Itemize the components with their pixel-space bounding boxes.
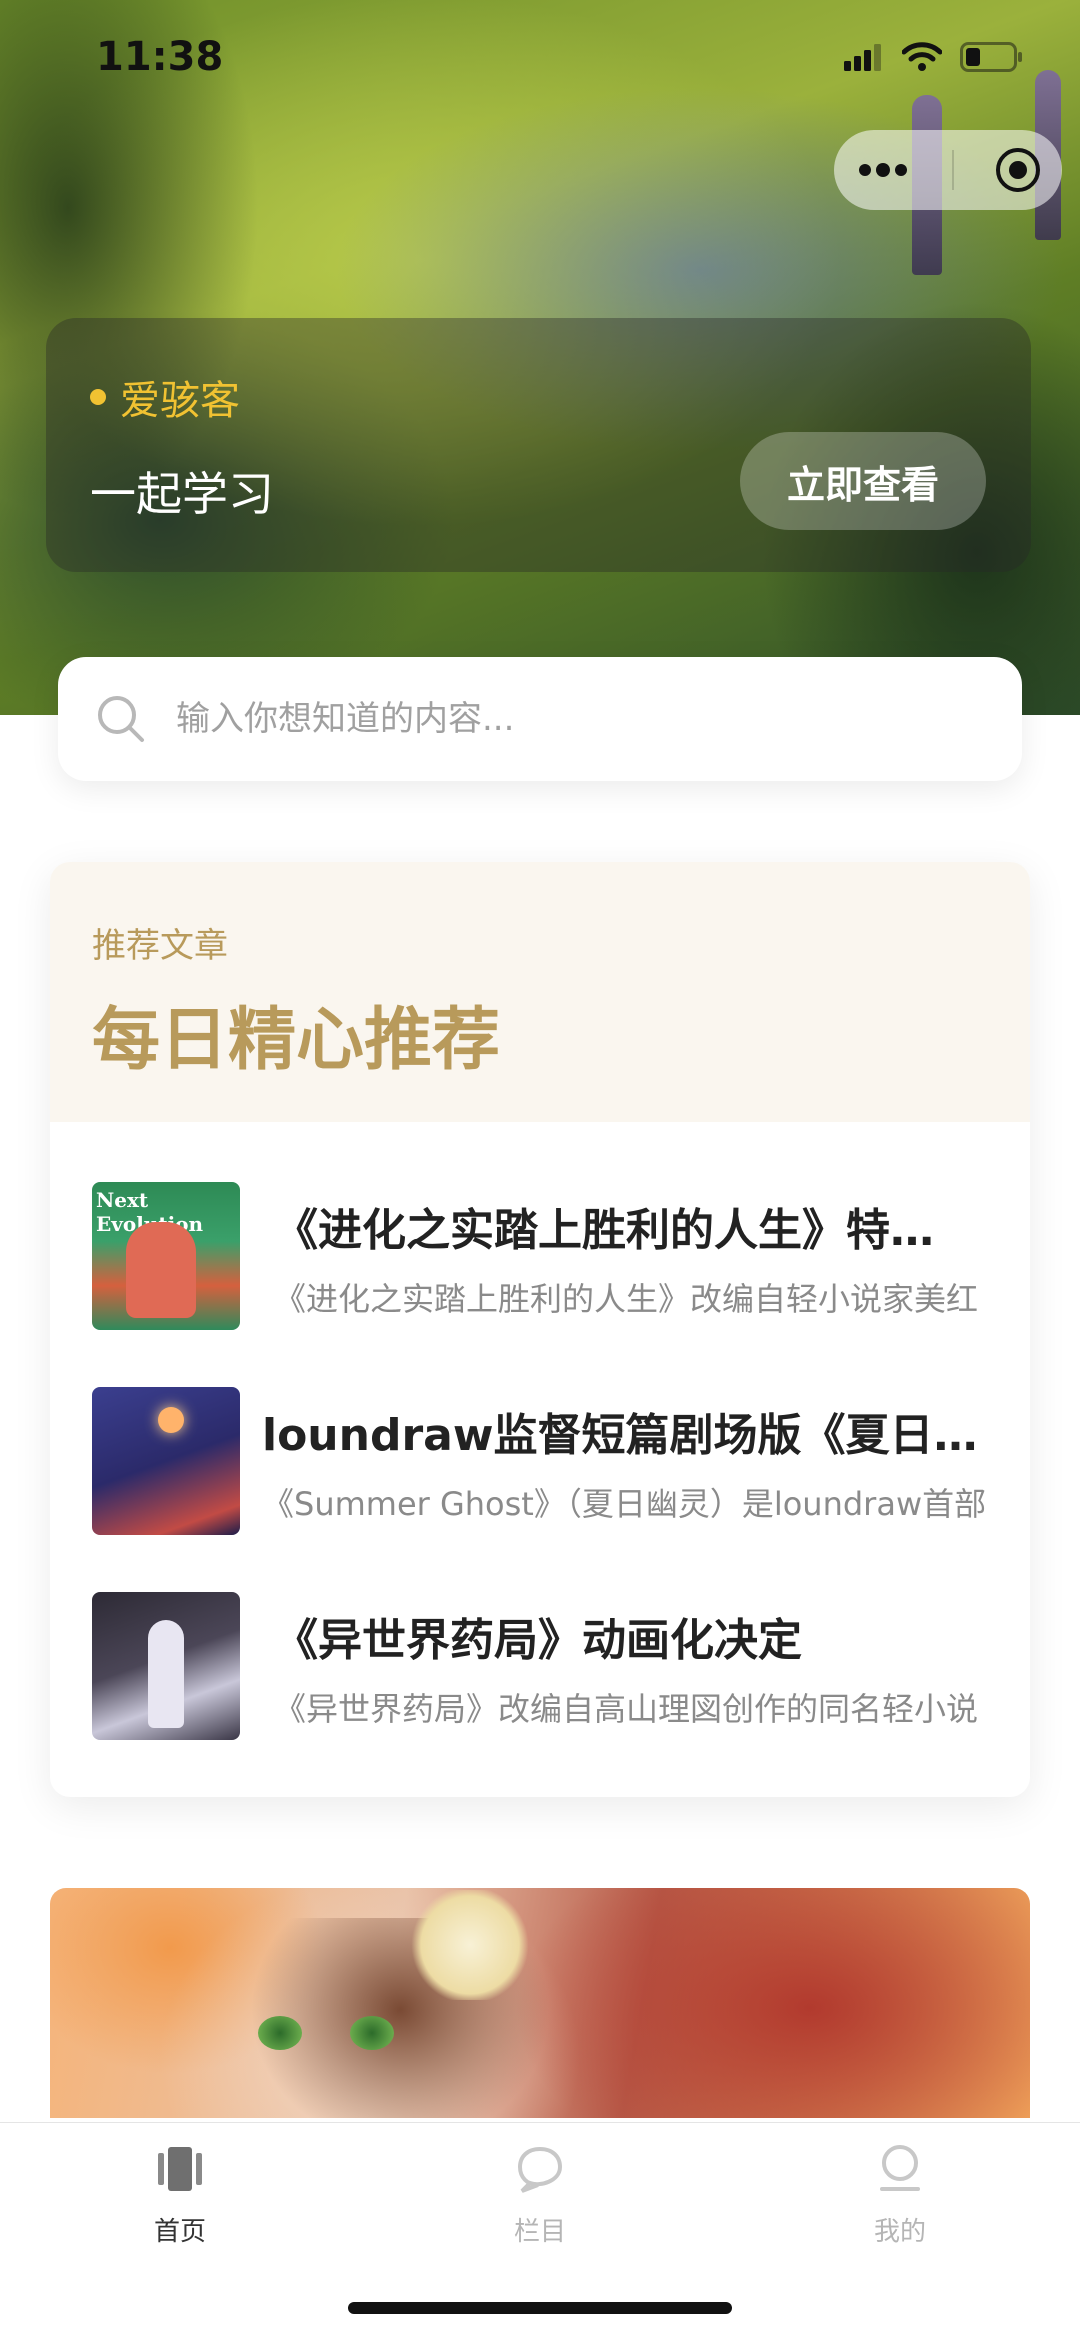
thumbnail-figure: [126, 1222, 196, 1318]
home-indicator: [348, 2302, 732, 2314]
banner-character-eye: [258, 2016, 302, 2050]
article-title[interactable]: 《进化之实踏上胜利的人生》特…: [274, 1194, 1002, 1258]
view-now-button[interactable]: 立即查看: [740, 432, 986, 530]
hero-banner[interactable]: 11:38 爱骇客 一起学习 立即查看: [0, 0, 1080, 715]
signal-icon: [844, 44, 881, 71]
tab-profile[interactable]: 我的: [810, 2141, 990, 2248]
status-icons: [844, 42, 1024, 72]
thumbnail-firework: [158, 1407, 184, 1433]
search-bar[interactable]: [58, 657, 1022, 781]
tab-label: 首页: [153, 2217, 206, 2247]
close-target-icon[interactable]: [993, 145, 1043, 195]
article-summary: 《异世界药局》改编自高山理図创作的同名轻小说: [274, 1690, 979, 1728]
brand-dot: [90, 389, 106, 405]
tab-label: 我的: [873, 2217, 926, 2247]
search-icon: [98, 696, 144, 742]
promo-panel: 爱骇客 一起学习 立即查看: [46, 318, 1031, 572]
mini-program-capsule: [834, 130, 1062, 210]
article-item[interactable]: 《异世界药局》动画化决定 《异世界药局》改编自高山理図创作的同名轻小说: [92, 1592, 1002, 1740]
tab-home[interactable]: 首页: [90, 2141, 270, 2248]
article-summary: 《Summer Ghost》（夏日幽灵）是loundraw首部: [262, 1485, 987, 1523]
battery-icon: [960, 42, 1022, 72]
article-item[interactable]: Next Evolution 《进化之实踏上胜利的人生》特… 《进化之实踏上胜利…: [92, 1182, 1002, 1330]
recommend-header: 推荐文章 每日精心推荐: [50, 862, 1030, 1122]
article-title[interactable]: loundraw监督短篇剧场版《夏日…: [262, 1399, 1002, 1463]
article-thumbnail[interactable]: [92, 1387, 240, 1535]
home-icon: [158, 2147, 202, 2191]
promo-slogan: 一起学习: [90, 467, 274, 521]
search-input[interactable]: [174, 698, 998, 740]
brand-name: 爱骇客: [120, 378, 240, 424]
capsule-divider: [951, 150, 954, 190]
recommend-title: 每日精心推荐: [92, 1001, 501, 1080]
recommend-subtitle: 推荐文章: [92, 926, 228, 966]
tab-label: 栏目: [513, 2217, 566, 2247]
banner-character-eye: [350, 2016, 394, 2050]
thumbnail-figure: [148, 1620, 184, 1728]
tab-category[interactable]: 栏目: [450, 2141, 630, 2248]
featured-banner[interactable]: [50, 1888, 1030, 2118]
more-icon[interactable]: [853, 160, 913, 180]
article-summary: 《进化之实踏上胜利的人生》改编自轻小说家美红: [274, 1280, 979, 1318]
status-time: 11:38: [96, 34, 224, 80]
recommend-card: 推荐文章 每日精心推荐 Next Evolution 《进化之实踏上胜利的人生》…: [50, 862, 1030, 1797]
article-thumbnail[interactable]: Next Evolution: [92, 1182, 240, 1330]
banner-flower: [410, 1890, 530, 2000]
brand-row: 爱骇客: [90, 368, 240, 426]
article-title[interactable]: 《异世界药局》动画化决定: [274, 1604, 1002, 1668]
category-icon: [517, 2146, 563, 2193]
profile-icon: [880, 2145, 920, 2191]
article-thumbnail[interactable]: [92, 1592, 240, 1740]
article-item[interactable]: loundraw监督短篇剧场版《夏日… 《Summer Ghost》（夏日幽灵）…: [92, 1387, 1002, 1535]
wifi-icon: [902, 42, 942, 71]
status-bar: 11:38: [0, 30, 1080, 90]
